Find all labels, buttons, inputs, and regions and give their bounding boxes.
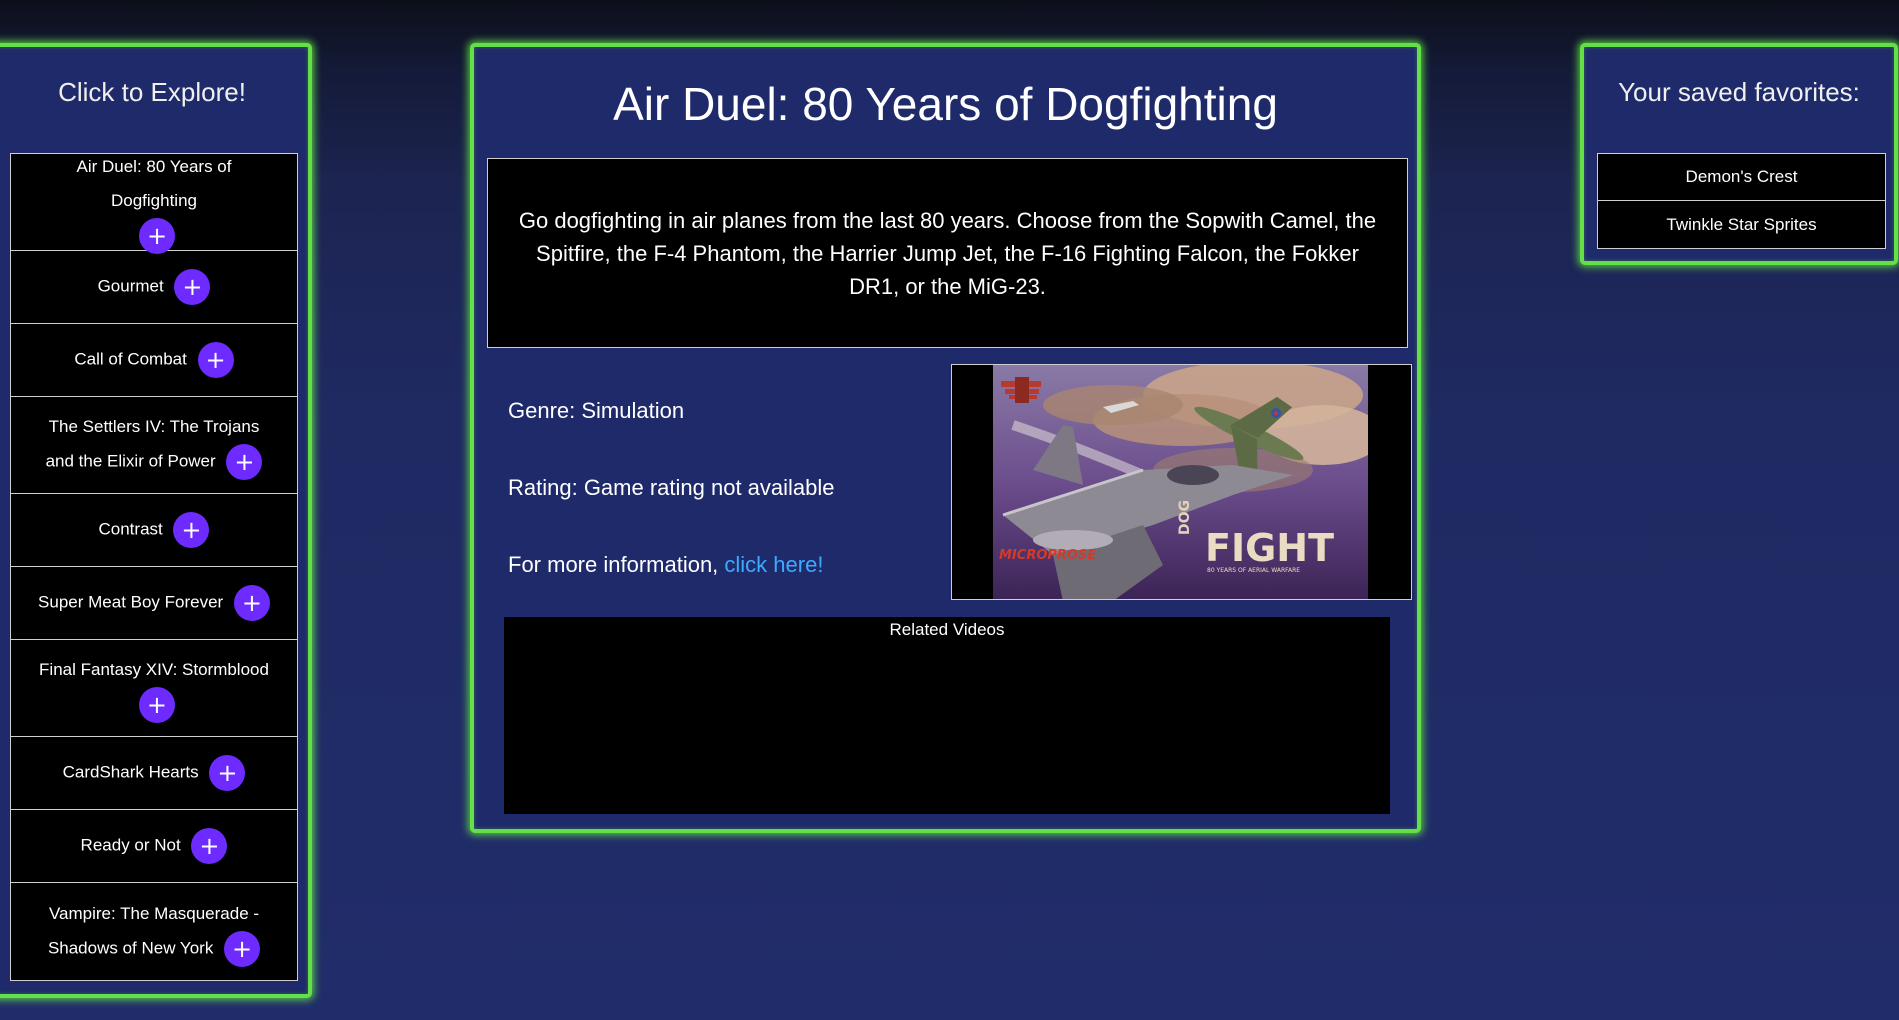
explore-item-label-text: Super Meat Boy Forever: [38, 592, 224, 612]
explore-item-label: CardShark Hearts +: [63, 755, 246, 791]
explore-item-label-text: Final Fantasy XIV: Stormblood: [39, 660, 269, 679]
cover-tagline: 80 YEARS OF AERIAL WARFARE: [1207, 567, 1300, 574]
add-favorite-button[interactable]: +: [139, 218, 175, 254]
add-favorite-button[interactable]: +: [191, 828, 228, 864]
game-description: Go dogfighting in air planes from the la…: [518, 207, 1377, 299]
game-rating: Rating: Game rating not available: [508, 475, 835, 500]
cover-title-vertical: DOG: [1177, 500, 1193, 535]
explore-item-gourmet[interactable]: Gourmet +: [11, 251, 297, 324]
explore-item-label: The Settlers IV: The Trojans and the Eli…: [33, 410, 275, 480]
explore-item-label: Call of Combat +: [74, 342, 234, 378]
favorites-heading: Your saved favorites:: [1618, 77, 1860, 107]
explore-item-label: Gourmet +: [98, 269, 211, 305]
explore-item-label-text: Contrast: [98, 519, 163, 539]
explore-list: Air Duel: 80 Years of Dogfighting + Gour…: [10, 153, 298, 981]
add-favorite-button[interactable]: +: [224, 930, 261, 967]
favorite-item-twinkle-star-sprites[interactable]: Twinkle Star Sprites: [1598, 201, 1885, 248]
explore-item-label: Contrast +: [99, 512, 210, 548]
add-favorite-button[interactable]: +: [173, 512, 210, 548]
explore-item-label: Ready or Not +: [81, 828, 228, 864]
add-favorite-button[interactable]: +: [226, 444, 263, 480]
game-genre: Genre: Simulation: [508, 398, 685, 423]
explore-item-label-text: Gourmet: [97, 276, 164, 296]
game-title: Air Duel: 80 Years of Dogfighting: [613, 78, 1278, 130]
add-favorite-button[interactable]: +: [209, 755, 246, 791]
explore-item-label: Final Fantasy XIV: Stormblood +: [39, 653, 269, 723]
related-videos-section: Related Videos: [504, 617, 1390, 814]
explore-panel: Click to Explore! Air Duel: 80 Years of …: [0, 43, 312, 998]
more-info-prefix: For more information,: [508, 552, 725, 577]
cover-publisher-text: MICROPROSE: [999, 548, 1096, 563]
explore-item-contrast[interactable]: Contrast +: [11, 494, 297, 567]
favorite-item-demons-crest[interactable]: Demon's Crest: [1598, 154, 1885, 201]
more-info-link[interactable]: click here!: [724, 552, 823, 577]
related-videos-label: Related Videos: [889, 620, 1005, 639]
favorites-list: Demon's Crest Twinkle Star Sprites: [1597, 153, 1886, 249]
explore-item-cardshark-hearts[interactable]: CardShark Hearts +: [11, 737, 297, 810]
game-description-box: Go dogfighting in air planes from the la…: [487, 158, 1408, 348]
explore-item-label-text: Air Duel: 80 Years of Dogfighting: [76, 157, 232, 210]
explore-item-settlers-iv[interactable]: The Settlers IV: The Trojans and the Eli…: [11, 397, 297, 494]
add-favorite-button[interactable]: +: [138, 687, 175, 723]
game-cover-image: MICROPROSE DOG FIGHT 80 YEARS OF AERIAL …: [951, 364, 1412, 600]
explore-item-label-text: Ready or Not: [80, 835, 181, 855]
game-cover-art: MICROPROSE DOG FIGHT 80 YEARS OF AERIAL …: [993, 365, 1368, 599]
cover-title-main: FIGHT: [1205, 526, 1334, 570]
explore-item-label: Air Duel: 80 Years of Dogfighting +: [33, 150, 275, 254]
add-favorite-button[interactable]: +: [233, 585, 270, 621]
explore-item-ready-or-not[interactable]: Ready or Not +: [11, 810, 297, 883]
explore-item-call-of-combat[interactable]: Call of Combat +: [11, 324, 297, 397]
explore-item-label-text: Call of Combat: [74, 349, 187, 369]
explore-item-final-fantasy-xiv[interactable]: Final Fantasy XIV: Stormblood +: [11, 640, 297, 737]
game-detail-panel: Air Duel: 80 Years of Dogfighting Go dog…: [470, 43, 1421, 833]
add-favorite-button[interactable]: +: [197, 342, 234, 378]
explore-item-super-meat-boy-forever[interactable]: Super Meat Boy Forever +: [11, 567, 297, 640]
explore-item-label-text: CardShark Hearts: [62, 762, 199, 782]
more-info-line: For more information, click here!: [508, 552, 823, 578]
explore-item-label: Vampire: The Masquerade - Shadows of New…: [33, 897, 275, 967]
add-favorite-button[interactable]: +: [174, 269, 211, 305]
favorites-panel: Your saved favorites: Demon's Crest Twin…: [1580, 43, 1898, 265]
explore-heading: Click to Explore!: [58, 77, 246, 107]
explore-item-air-duel[interactable]: Air Duel: 80 Years of Dogfighting +: [11, 154, 297, 254]
explore-item-label: Super Meat Boy Forever +: [38, 585, 270, 621]
explore-item-vampire-masquerade[interactable]: Vampire: The Masquerade - Shadows of New…: [11, 883, 297, 980]
